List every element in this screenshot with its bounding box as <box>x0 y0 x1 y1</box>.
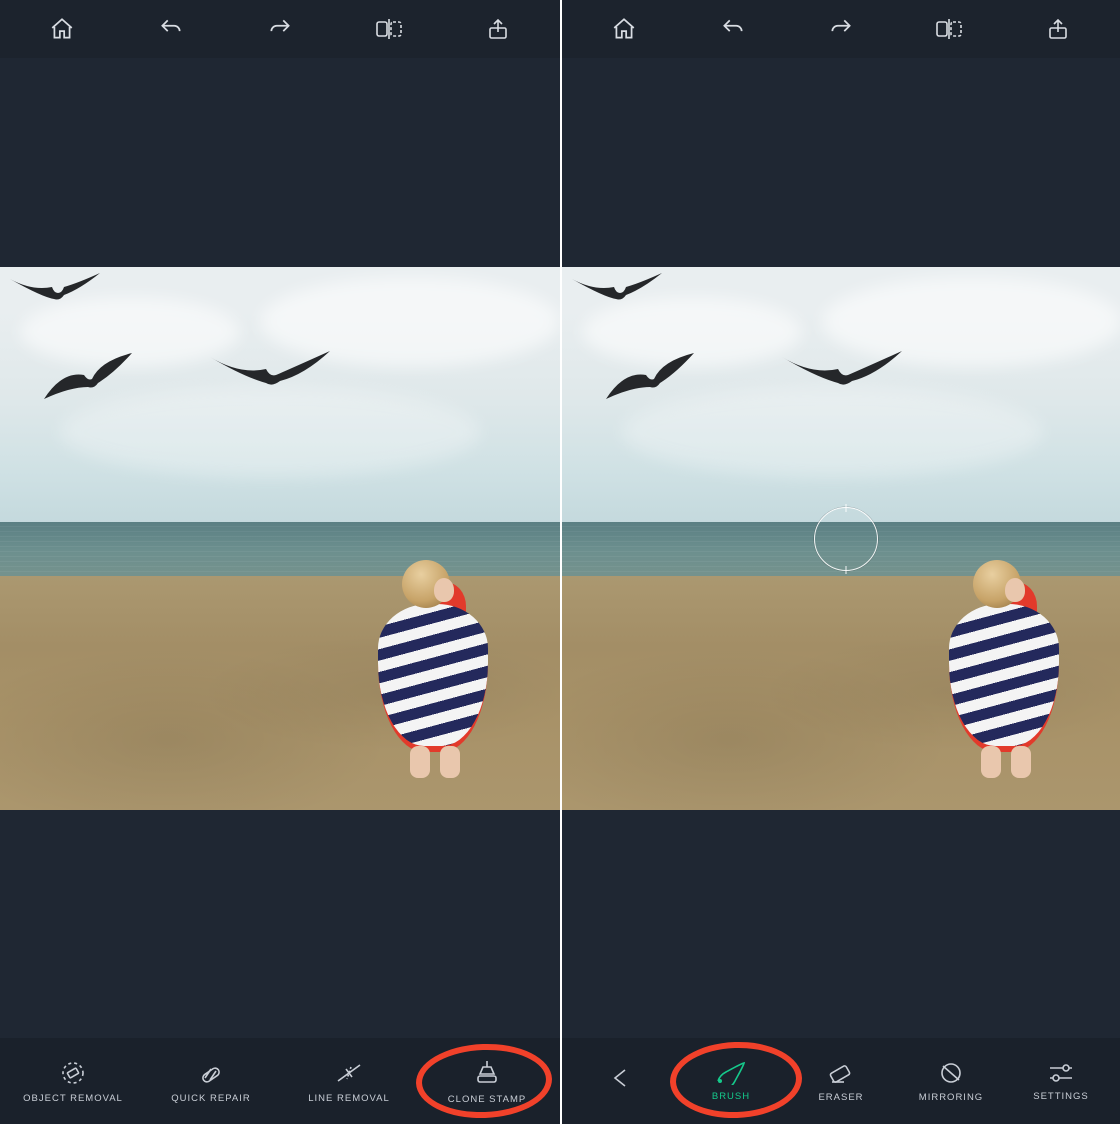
tool-label: ERASER <box>818 1092 863 1103</box>
tool-label: LINE REMOVAL <box>308 1093 390 1104</box>
canvas[interactable] <box>0 58 560 1038</box>
tool-line-removal[interactable]: LINE REMOVAL <box>280 1059 418 1104</box>
tool-clone-stamp[interactable]: CLONE STAMP <box>418 1058 556 1105</box>
tool-quick-repair[interactable]: QUICK REPAIR <box>142 1059 280 1104</box>
bird-icon <box>606 353 694 408</box>
back-button[interactable] <box>566 1066 676 1096</box>
tool-label: CLONE STAMP <box>448 1094 526 1105</box>
screen-right: BRUSH ERASER MIRRORING SETTINGS <box>560 0 1120 1124</box>
bird-icon <box>572 273 662 314</box>
canvas[interactable] <box>562 58 1120 1038</box>
subject-child <box>941 560 1061 780</box>
tool-mirroring[interactable]: MIRRORING <box>896 1060 1006 1103</box>
tool-eraser[interactable]: ERASER <box>786 1060 896 1103</box>
share-button[interactable] <box>1036 7 1080 51</box>
tool-label: MIRRORING <box>919 1092 983 1103</box>
top-toolbar <box>562 0 1120 58</box>
home-button[interactable] <box>40 7 84 51</box>
tool-label: OBJECT REMOVAL <box>23 1093 123 1104</box>
redo-button[interactable] <box>819 7 863 51</box>
share-button[interactable] <box>476 7 520 51</box>
tool-label: QUICK REPAIR <box>171 1093 250 1104</box>
compare-button[interactable] <box>367 7 411 51</box>
edited-photo <box>562 267 1120 810</box>
home-button[interactable] <box>602 7 646 51</box>
bird-icon <box>44 353 132 408</box>
bird-icon <box>10 273 100 314</box>
tool-brush[interactable]: BRUSH <box>676 1061 786 1102</box>
edited-photo <box>0 267 560 810</box>
bottom-toolbar: OBJECT REMOVAL QUICK REPAIR LINE REMOVAL… <box>0 1038 560 1124</box>
subject-child <box>370 560 490 780</box>
tool-object-removal[interactable]: OBJECT REMOVAL <box>4 1059 142 1104</box>
redo-button[interactable] <box>258 7 302 51</box>
clone-source-cursor[interactable] <box>814 507 878 571</box>
compare-button[interactable] <box>927 7 971 51</box>
top-toolbar <box>0 0 560 58</box>
screen-left: OBJECT REMOVAL QUICK REPAIR LINE REMOVAL… <box>0 0 560 1124</box>
tool-label: SETTINGS <box>1033 1091 1089 1102</box>
undo-button[interactable] <box>149 7 193 51</box>
bird-icon <box>210 347 330 398</box>
bird-icon <box>782 347 902 398</box>
bottom-toolbar: BRUSH ERASER MIRRORING SETTINGS <box>562 1038 1120 1124</box>
undo-button[interactable] <box>711 7 755 51</box>
tool-settings[interactable]: SETTINGS <box>1006 1061 1116 1102</box>
tool-label: BRUSH <box>712 1091 750 1102</box>
